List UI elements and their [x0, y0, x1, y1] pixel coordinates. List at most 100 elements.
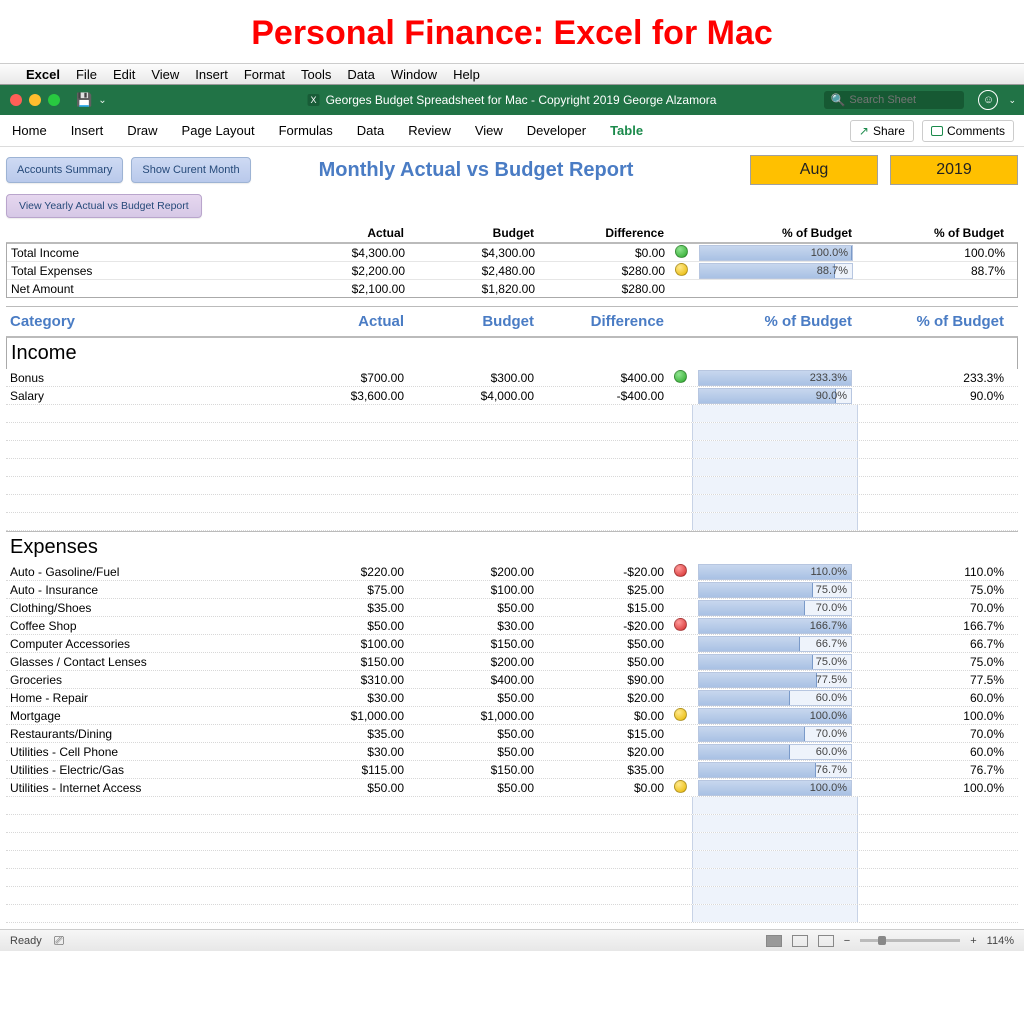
- cell-budget[interactable]: $100.00: [408, 581, 538, 599]
- cell-pct[interactable]: 76.7%: [858, 761, 1008, 779]
- cell-pct-bar[interactable]: 75.0%: [692, 652, 858, 672]
- cell-category[interactable]: Auto - Insurance: [6, 581, 278, 599]
- accounts-summary-button[interactable]: Accounts Summary: [6, 157, 123, 183]
- cell-budget[interactable]: $1,000.00: [408, 707, 538, 725]
- table-row[interactable]: Computer Accessories $100.00 $150.00 $50…: [6, 635, 1018, 653]
- page-break-view-icon[interactable]: [818, 935, 834, 947]
- search-input[interactable]: [849, 94, 958, 106]
- menu-edit[interactable]: Edit: [113, 67, 135, 82]
- cell-budget[interactable]: $50.00: [408, 599, 538, 617]
- cell-actual[interactable]: $150.00: [278, 653, 408, 671]
- cell-pct[interactable]: 77.5%: [858, 671, 1008, 689]
- window-zoom-button[interactable]: [48, 94, 60, 106]
- cell-difference[interactable]: $0.00: [538, 707, 668, 725]
- tab-formulas[interactable]: Formulas: [277, 119, 335, 142]
- show-current-month-button[interactable]: Show Curent Month: [131, 157, 250, 183]
- summary-row[interactable]: Net Amount $2,100.00 $1,820.00 $280.00: [7, 279, 1017, 297]
- comments-button[interactable]: Comments: [922, 120, 1014, 142]
- user-dropdown-icon[interactable]: ⌄: [1008, 95, 1016, 106]
- cell-category[interactable]: Clothing/Shoes: [6, 599, 278, 617]
- normal-view-icon[interactable]: [766, 935, 782, 947]
- cell-category[interactable]: Computer Accessories: [6, 635, 278, 653]
- cell-category[interactable]: Bonus: [6, 369, 278, 387]
- cell-pct-bar[interactable]: 90.0%: [692, 386, 858, 406]
- table-row[interactable]: Auto - Gasoline/Fuel $220.00 $200.00 -$2…: [6, 563, 1018, 581]
- table-row[interactable]: Salary $3,600.00 $4,000.00 -$400.00 90.0…: [6, 387, 1018, 405]
- tab-developer[interactable]: Developer: [525, 119, 588, 142]
- table-row[interactable]: Utilities - Cell Phone $30.00 $50.00 $20…: [6, 743, 1018, 761]
- cell-pct[interactable]: 75.0%: [858, 581, 1008, 599]
- summary-pct[interactable]: 100.0%: [859, 244, 1009, 262]
- zoom-in-button[interactable]: +: [970, 935, 976, 947]
- menu-insert[interactable]: Insert: [195, 67, 228, 82]
- cell-pct[interactable]: 75.0%: [858, 653, 1008, 671]
- cell-budget[interactable]: $150.00: [408, 635, 538, 653]
- summary-budget[interactable]: $2,480.00: [409, 262, 539, 280]
- table-row[interactable]: Groceries $310.00 $400.00 $90.00 77.5% 7…: [6, 671, 1018, 689]
- summary-label[interactable]: Total Income: [7, 244, 279, 262]
- cell-pct[interactable]: 110.0%: [858, 563, 1008, 581]
- cell-difference[interactable]: $35.00: [538, 761, 668, 779]
- cell-pct[interactable]: 100.0%: [858, 707, 1008, 725]
- report-year[interactable]: 2019: [890, 155, 1018, 185]
- window-close-button[interactable]: [10, 94, 22, 106]
- cell-budget[interactable]: $200.00: [408, 653, 538, 671]
- summary-pct[interactable]: 88.7%: [859, 262, 1009, 280]
- summary-budget[interactable]: $4,300.00: [409, 244, 539, 262]
- cell-difference[interactable]: -$20.00: [538, 563, 668, 581]
- summary-pct[interactable]: [859, 287, 1009, 291]
- cell-budget[interactable]: $50.00: [408, 779, 538, 797]
- cell-category[interactable]: Utilities - Electric/Gas: [6, 761, 278, 779]
- menu-file[interactable]: File: [76, 67, 97, 82]
- cell-difference[interactable]: $15.00: [538, 599, 668, 617]
- table-row[interactable]: Glasses / Contact Lenses $150.00 $200.00…: [6, 653, 1018, 671]
- cell-pct[interactable]: 233.3%: [858, 369, 1008, 387]
- tab-view[interactable]: View: [473, 119, 505, 142]
- cell-category[interactable]: Utilities - Internet Access: [6, 779, 278, 797]
- cell-category[interactable]: Utilities - Cell Phone: [6, 743, 278, 761]
- summary-label[interactable]: Total Expenses: [7, 262, 279, 280]
- cell-category[interactable]: Salary: [6, 387, 278, 405]
- cell-budget[interactable]: $50.00: [408, 743, 538, 761]
- cell-difference[interactable]: $25.00: [538, 581, 668, 599]
- zoom-level[interactable]: 114%: [987, 935, 1014, 947]
- cell-actual[interactable]: $35.00: [278, 599, 408, 617]
- cell-pct-bar[interactable]: 100.0%: [692, 706, 858, 726]
- cell-pct-bar[interactable]: 70.0%: [692, 724, 858, 744]
- cell-pct-bar[interactable]: 70.0%: [692, 598, 858, 618]
- summary-budget[interactable]: $1,820.00: [409, 280, 539, 298]
- cell-difference[interactable]: -$400.00: [538, 387, 668, 405]
- summary-row[interactable]: Total Income $4,300.00 $4,300.00 $0.00 1…: [7, 243, 1017, 261]
- cell-category[interactable]: Groceries: [6, 671, 278, 689]
- cell-pct[interactable]: 100.0%: [858, 779, 1008, 797]
- cell-difference[interactable]: $90.00: [538, 671, 668, 689]
- cell-pct[interactable]: 60.0%: [858, 689, 1008, 707]
- cell-pct-bar[interactable]: 75.0%: [692, 580, 858, 600]
- zoom-out-button[interactable]: −: [844, 935, 850, 947]
- summary-pct-bar[interactable]: [693, 287, 859, 291]
- zoom-slider[interactable]: [860, 939, 960, 942]
- cell-actual[interactable]: $30.00: [278, 743, 408, 761]
- cell-difference[interactable]: $20.00: [538, 689, 668, 707]
- share-button[interactable]: ↗Share: [850, 120, 914, 142]
- table-row[interactable]: Restaurants/Dining $35.00 $50.00 $15.00 …: [6, 725, 1018, 743]
- table-row[interactable]: Coffee Shop $50.00 $30.00 -$20.00 166.7%…: [6, 617, 1018, 635]
- cell-budget[interactable]: $50.00: [408, 689, 538, 707]
- cell-pct[interactable]: 70.0%: [858, 599, 1008, 617]
- cell-actual[interactable]: $30.00: [278, 689, 408, 707]
- tab-home[interactable]: Home: [10, 119, 49, 142]
- cell-budget[interactable]: $4,000.00: [408, 387, 538, 405]
- menu-tools[interactable]: Tools: [301, 67, 331, 82]
- cell-difference[interactable]: $20.00: [538, 743, 668, 761]
- tab-insert[interactable]: Insert: [69, 119, 106, 142]
- menu-view[interactable]: View: [151, 67, 179, 82]
- tab-draw[interactable]: Draw: [125, 119, 159, 142]
- qat-dropdown-icon[interactable]: ⌄: [98, 95, 106, 106]
- table-row[interactable]: Utilities - Internet Access $50.00 $50.0…: [6, 779, 1018, 797]
- cell-category[interactable]: Mortgage: [6, 707, 278, 725]
- cell-budget[interactable]: $400.00: [408, 671, 538, 689]
- cell-budget[interactable]: $30.00: [408, 617, 538, 635]
- cell-difference[interactable]: $15.00: [538, 725, 668, 743]
- cell-actual[interactable]: $1,000.00: [278, 707, 408, 725]
- cell-actual[interactable]: $220.00: [278, 563, 408, 581]
